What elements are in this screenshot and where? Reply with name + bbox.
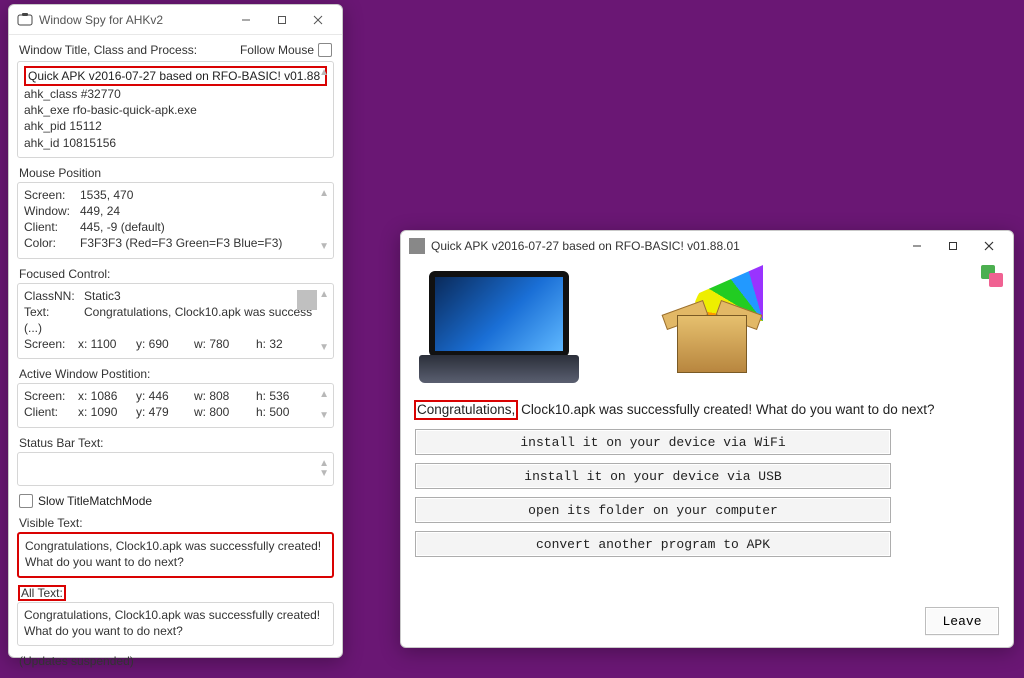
ahk-pid-line: ahk_pid 15112 [24, 118, 327, 134]
footer-status: (Updates suspended) [17, 650, 334, 672]
slow-mode-checkbox[interactable] [19, 494, 33, 508]
leave-button[interactable]: Leave [925, 607, 999, 635]
scroll-up-icon[interactable]: ▲ [319, 187, 329, 201]
follow-mouse-checkbox[interactable] [318, 43, 332, 57]
close-button[interactable] [300, 7, 336, 33]
scroll-up-icon[interactable]: ▲ [319, 288, 329, 302]
package-box-image [659, 271, 769, 381]
title-class-process-box: ▲ ahk_class #32770 ahk_exe rfo-basic-qui… [17, 61, 334, 158]
app-icon [409, 238, 425, 254]
visible-text-box: Congratulations, Clock10.apk was success… [17, 532, 334, 578]
quick-apk-window: Quick APK v2016-07-27 based on RFO-BASIC… [400, 230, 1014, 648]
target-window-title[interactable] [24, 66, 327, 86]
scroll-down-icon[interactable]: ▼ [319, 240, 329, 254]
maximize-button[interactable] [935, 233, 971, 259]
install-usb-button[interactable]: install it on your device via USB [415, 463, 891, 489]
header-label: Window Title, Class and Process: [19, 43, 197, 57]
scroll-down-icon[interactable]: ▼ [319, 467, 329, 481]
all-text-label: All Text: [17, 582, 334, 600]
ahk-class-line: ahk_class #32770 [24, 86, 327, 102]
minimize-button[interactable] [899, 233, 935, 259]
install-wifi-button[interactable]: install it on your device via WiFi [415, 429, 891, 455]
success-message: Congratulations, Clock10.apk was success… [413, 399, 1001, 427]
color-swatch [297, 290, 317, 310]
minimize-button[interactable] [228, 7, 264, 33]
mouse-position-label: Mouse Position [17, 162, 334, 180]
app-icon [17, 12, 33, 28]
status-bar-label: Status Bar Text: [17, 432, 334, 450]
convert-another-button[interactable]: convert another program to APK [415, 531, 891, 557]
window-spy: Window Spy for AHKv2 Window Title, Class… [8, 4, 343, 658]
close-button[interactable] [971, 233, 1007, 259]
header-images [413, 265, 1001, 399]
window-title: Quick APK v2016-07-27 based on RFO-BASIC… [431, 239, 899, 253]
titlebar[interactable]: Window Spy for AHKv2 [9, 5, 342, 35]
ahk-exe-line: ahk_exe rfo-basic-quick-apk.exe [24, 102, 327, 118]
focused-control-label: Focused Control: [17, 263, 334, 281]
ahk-id-line: ahk_id 10815156 [24, 135, 327, 151]
visible-text-label: Visible Text: [17, 512, 334, 530]
mouse-position-box: ▲ ▼ Screen:1535, 470 Window:449, 24 Clie… [17, 182, 334, 259]
congratulations-word: Congratulations, [415, 401, 517, 419]
slow-mode-label: Slow TitleMatchMode [38, 494, 152, 508]
active-window-box: ▲ ▼ Screen: x: 1086 y: 446 w: 808 h: 536… [17, 383, 334, 427]
all-text-box: Congratulations, Clock10.apk was success… [17, 602, 334, 646]
header-row: Window Title, Class and Process: Follow … [17, 39, 334, 59]
scroll-up-icon[interactable]: ▲ [319, 388, 329, 402]
status-bar-box: ▲ ▼ [17, 452, 334, 486]
maximize-button[interactable] [264, 7, 300, 33]
follow-mouse-label: Follow Mouse [240, 43, 314, 57]
active-window-label: Active Window Postition: [17, 363, 334, 381]
scroll-up-icon[interactable]: ▲ [319, 66, 329, 80]
app-logo-icon [981, 265, 1003, 287]
laptop-image [419, 271, 579, 389]
scroll-down-icon[interactable]: ▼ [319, 409, 329, 423]
titlebar[interactable]: Quick APK v2016-07-27 based on RFO-BASIC… [401, 231, 1013, 261]
window-title: Window Spy for AHKv2 [39, 13, 228, 27]
focused-control-box: ▲ ▼ ClassNN:Static3 Text:Congratulations… [17, 283, 334, 360]
open-folder-button[interactable]: open its folder on your computer [415, 497, 891, 523]
scroll-down-icon[interactable]: ▼ [319, 341, 329, 355]
